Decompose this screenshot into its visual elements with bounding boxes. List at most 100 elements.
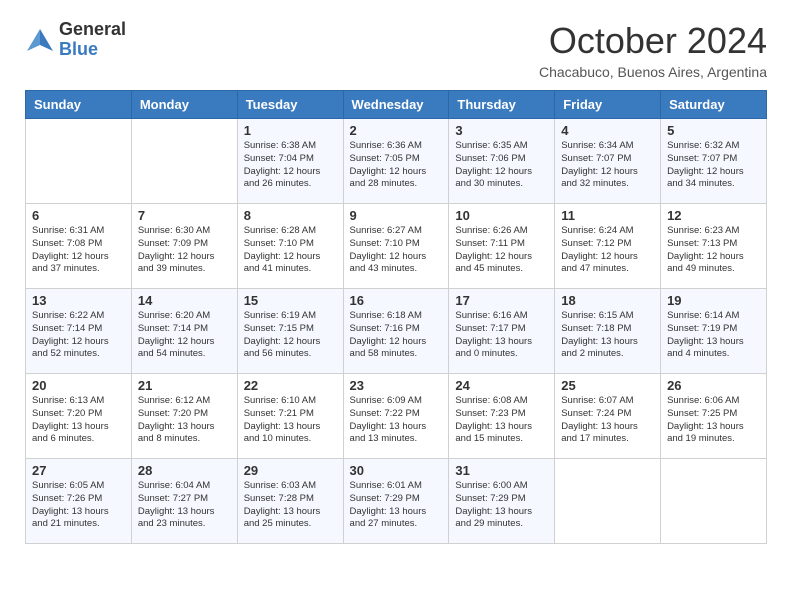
day-number: 25 <box>561 378 654 393</box>
day-number: 12 <box>667 208 760 223</box>
title-area: October 2024 Chacabuco, Buenos Aires, Ar… <box>539 20 767 80</box>
day-info: Sunrise: 6:08 AM Sunset: 7:23 PM Dayligh… <box>455 395 548 446</box>
day-info: Sunrise: 6:32 AM Sunset: 7:07 PM Dayligh… <box>667 140 760 191</box>
weekday-header-sunday: Sunday <box>26 91 132 119</box>
day-info: Sunrise: 6:36 AM Sunset: 7:05 PM Dayligh… <box>350 140 443 191</box>
calendar-cell: 6 Sunrise: 6:31 AM Sunset: 7:08 PM Daylig… <box>26 204 132 289</box>
calendar-cell: 15 Sunrise: 6:19 AM Sunset: 7:15 PM Dayli… <box>237 289 343 374</box>
calendar-cell: 22 Sunrise: 6:10 AM Sunset: 7:21 PM Dayli… <box>237 374 343 459</box>
calendar-cell: 29Sunrise: 6:03 AM Sunset: 7:28 PM Dayli… <box>237 459 343 544</box>
day-number: 11 <box>561 208 654 223</box>
calendar-week-row: 20 Sunrise: 6:13 AM Sunset: 7:20 PM Dayli… <box>26 374 767 459</box>
calendar-cell: 9 Sunrise: 6:27 AM Sunset: 7:10 PM Daylig… <box>343 204 449 289</box>
day-info: Sunrise: 6:24 AM Sunset: 7:12 PM Dayligh… <box>561 225 654 276</box>
day-number: 17 <box>455 293 548 308</box>
day-number: 19 <box>667 293 760 308</box>
day-number: 26 <box>667 378 760 393</box>
day-info: Sunrise: 6:28 AM Sunset: 7:10 PM Dayligh… <box>244 225 337 276</box>
day-number: 7 <box>138 208 231 223</box>
calendar-cell: 31Sunrise: 6:00 AM Sunset: 7:29 PM Dayli… <box>449 459 555 544</box>
day-number: 21 <box>138 378 231 393</box>
calendar-cell: 19 Sunrise: 6:14 AM Sunset: 7:19 PM Dayli… <box>661 289 767 374</box>
day-number: 1 <box>244 123 337 138</box>
calendar-cell: 7 Sunrise: 6:30 AM Sunset: 7:09 PM Daylig… <box>131 204 237 289</box>
day-number: 24 <box>455 378 548 393</box>
day-number: 13 <box>32 293 125 308</box>
calendar-cell: 3Sunrise: 6:35 AM Sunset: 7:06 PM Daylig… <box>449 119 555 204</box>
month-title: October 2024 <box>539 20 767 62</box>
day-info: Sunrise: 6:12 AM Sunset: 7:20 PM Dayligh… <box>138 395 231 446</box>
day-info: Sunrise: 6:15 AM Sunset: 7:18 PM Dayligh… <box>561 310 654 361</box>
calendar-cell: 11 Sunrise: 6:24 AM Sunset: 7:12 PM Dayli… <box>555 204 661 289</box>
day-number: 22 <box>244 378 337 393</box>
day-info: Sunrise: 6:30 AM Sunset: 7:09 PM Dayligh… <box>138 225 231 276</box>
day-number: 10 <box>455 208 548 223</box>
calendar-cell: 16 Sunrise: 6:18 AM Sunset: 7:16 PM Dayli… <box>343 289 449 374</box>
day-info: Sunrise: 6:13 AM Sunset: 7:20 PM Dayligh… <box>32 395 125 446</box>
calendar-cell: 4 Sunrise: 6:34 AM Sunset: 7:07 PM Daylig… <box>555 119 661 204</box>
day-number: 4 <box>561 123 654 138</box>
day-info: Sunrise: 6:16 AM Sunset: 7:17 PM Dayligh… <box>455 310 548 361</box>
day-number: 29 <box>244 463 337 478</box>
calendar-cell: 26 Sunrise: 6:06 AM Sunset: 7:25 PM Dayli… <box>661 374 767 459</box>
day-info: Sunrise: 6:23 AM Sunset: 7:13 PM Dayligh… <box>667 225 760 276</box>
day-info: Sunrise: 6:18 AM Sunset: 7:16 PM Dayligh… <box>350 310 443 361</box>
day-number: 31 <box>455 463 548 478</box>
day-info: Sunrise: 6:26 AM Sunset: 7:11 PM Dayligh… <box>455 225 548 276</box>
calendar-cell: 8 Sunrise: 6:28 AM Sunset: 7:10 PM Daylig… <box>237 204 343 289</box>
logo-icon <box>25 25 55 55</box>
day-info: Sunrise: 6:14 AM Sunset: 7:19 PM Dayligh… <box>667 310 760 361</box>
day-info: Sunrise: 6:38 AM Sunset: 7:04 PM Dayligh… <box>244 140 337 191</box>
day-number: 2 <box>350 123 443 138</box>
calendar-cell: 20 Sunrise: 6:13 AM Sunset: 7:20 PM Dayli… <box>26 374 132 459</box>
day-number: 16 <box>350 293 443 308</box>
day-info: Sunrise: 6:10 AM Sunset: 7:21 PM Dayligh… <box>244 395 337 446</box>
calendar-cell: 24 Sunrise: 6:08 AM Sunset: 7:23 PM Dayli… <box>449 374 555 459</box>
day-number: 3 <box>455 123 548 138</box>
calendar-cell: 13Sunrise: 6:22 AM Sunset: 7:14 PM Dayli… <box>26 289 132 374</box>
header: General Blue October 2024 Chacabuco, Bue… <box>10 10 782 85</box>
calendar-cell: 30Sunrise: 6:01 AM Sunset: 7:29 PM Dayli… <box>343 459 449 544</box>
location-subtitle: Chacabuco, Buenos Aires, Argentina <box>539 64 767 80</box>
calendar-table: SundayMondayTuesdayWednesdayThursdayFrid… <box>25 90 767 544</box>
calendar-cell: 17 Sunrise: 6:16 AM Sunset: 7:17 PM Dayli… <box>449 289 555 374</box>
logo-text: General Blue <box>59 20 126 60</box>
calendar-week-row: 6 Sunrise: 6:31 AM Sunset: 7:08 PM Daylig… <box>26 204 767 289</box>
calendar-body: 1 Sunrise: 6:38 AM Sunset: 7:04 PM Daylig… <box>26 119 767 544</box>
weekday-header-monday: Monday <box>131 91 237 119</box>
calendar-cell: 27Sunrise: 6:05 AM Sunset: 7:26 PM Dayli… <box>26 459 132 544</box>
day-number: 6 <box>32 208 125 223</box>
calendar-cell: 10 Sunrise: 6:26 AM Sunset: 7:11 PM Dayli… <box>449 204 555 289</box>
calendar-cell: 21 Sunrise: 6:12 AM Sunset: 7:20 PM Dayli… <box>131 374 237 459</box>
logo-blue-text: Blue <box>59 40 126 60</box>
day-info: Sunrise: 6:31 AM Sunset: 7:08 PM Dayligh… <box>32 225 125 276</box>
day-info: Sunrise: 6:34 AM Sunset: 7:07 PM Dayligh… <box>561 140 654 191</box>
day-number: 5 <box>667 123 760 138</box>
calendar-cell: 23Sunrise: 6:09 AM Sunset: 7:22 PM Dayli… <box>343 374 449 459</box>
weekday-header-wednesday: Wednesday <box>343 91 449 119</box>
calendar-cell: 1 Sunrise: 6:38 AM Sunset: 7:04 PM Daylig… <box>237 119 343 204</box>
day-info: Sunrise: 6:04 AM Sunset: 7:27 PM Dayligh… <box>138 480 231 531</box>
day-number: 8 <box>244 208 337 223</box>
day-info: Sunrise: 6:19 AM Sunset: 7:15 PM Dayligh… <box>244 310 337 361</box>
calendar-cell <box>555 459 661 544</box>
weekday-header-tuesday: Tuesday <box>237 91 343 119</box>
day-number: 28 <box>138 463 231 478</box>
calendar-cell <box>131 119 237 204</box>
day-number: 14 <box>138 293 231 308</box>
day-info: Sunrise: 6:27 AM Sunset: 7:10 PM Dayligh… <box>350 225 443 276</box>
day-number: 27 <box>32 463 125 478</box>
logo: General Blue <box>25 20 126 60</box>
day-number: 9 <box>350 208 443 223</box>
day-number: 30 <box>350 463 443 478</box>
day-number: 15 <box>244 293 337 308</box>
weekday-header-thursday: Thursday <box>449 91 555 119</box>
logo-general-text: General <box>59 20 126 40</box>
day-info: Sunrise: 6:06 AM Sunset: 7:25 PM Dayligh… <box>667 395 760 446</box>
day-number: 18 <box>561 293 654 308</box>
day-info: Sunrise: 6:09 AM Sunset: 7:22 PM Dayligh… <box>350 395 443 446</box>
calendar-week-row: 13Sunrise: 6:22 AM Sunset: 7:14 PM Dayli… <box>26 289 767 374</box>
day-number: 20 <box>32 378 125 393</box>
calendar-header: SundayMondayTuesdayWednesdayThursdayFrid… <box>26 91 767 119</box>
calendar-cell: 25Sunrise: 6:07 AM Sunset: 7:24 PM Dayli… <box>555 374 661 459</box>
